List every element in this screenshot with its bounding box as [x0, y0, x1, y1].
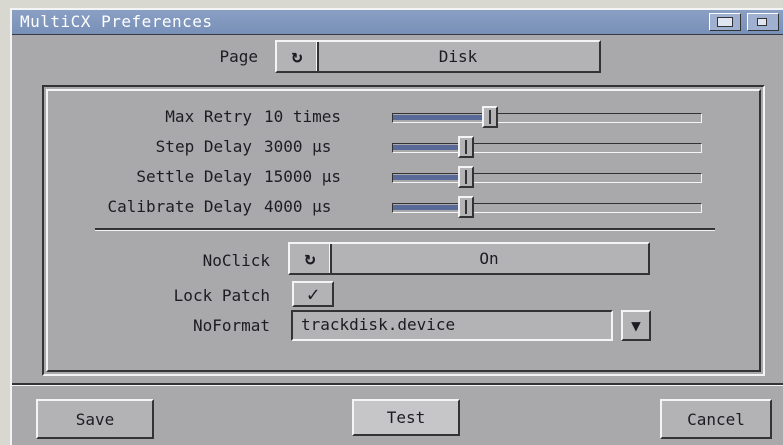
page-value: Disk [438, 47, 478, 66]
preferences-window: MultiCX Preferences Page ↻ Disk Max Retr… [10, 8, 783, 445]
test-button-label: Test [386, 408, 426, 427]
cancel-button[interactable]: Cancel [660, 399, 772, 439]
slider-fill [393, 145, 458, 150]
noclick-cycle-button[interactable]: ↻ On [288, 242, 650, 275]
slider-knob[interactable] [457, 166, 474, 188]
page-cycle-button[interactable]: ↻ Disk [275, 40, 601, 73]
slider-knob[interactable] [457, 196, 474, 218]
slider-knob[interactable] [482, 106, 499, 128]
slider-fill [393, 175, 458, 180]
noclick-label: NoClick [202, 251, 270, 270]
slider-track[interactable] [392, 136, 702, 158]
noformat-label: NoFormat [192, 316, 270, 335]
slider-value: 3000 µs [264, 137, 332, 156]
slider-track[interactable] [392, 166, 702, 188]
divider [95, 228, 715, 231]
depth-gadget-icon[interactable] [709, 13, 741, 31]
zoom-gadget-icon[interactable] [747, 13, 779, 31]
cycle-icon: ↻ [290, 244, 332, 273]
slider-label: Settle Delay [136, 167, 252, 186]
dropdown-button[interactable]: ▼ [621, 310, 651, 341]
page-label: Page [219, 47, 258, 66]
slider-label: Calibrate Delay [107, 197, 253, 216]
slider-fill [393, 115, 483, 120]
save-button[interactable]: Save [36, 399, 154, 439]
lock-patch-checkbox[interactable]: ✓ [292, 281, 334, 307]
slider-value: 4000 µs [264, 197, 332, 216]
noformat-value: trackdisk.device [301, 315, 456, 334]
slider-label: Step Delay [155, 137, 252, 156]
slider-track[interactable] [392, 196, 702, 218]
test-button[interactable]: Test [352, 399, 460, 436]
dropdown-arrow-icon: ▼ [631, 316, 641, 335]
title-bar[interactable]: MultiCX Preferences [12, 10, 783, 35]
window-title: MultiCX Preferences [20, 12, 213, 31]
slider-label: Max Retry [165, 107, 252, 126]
cancel-button-label: Cancel [687, 409, 745, 429]
slider-knob[interactable] [457, 136, 474, 158]
save-button-label: Save [75, 409, 115, 429]
noformat-field[interactable]: trackdisk.device [291, 310, 613, 341]
slider-value: 15000 µs [264, 167, 342, 186]
slider-track[interactable] [392, 106, 702, 128]
checkmark-icon: ✓ [306, 282, 320, 306]
noclick-value: On [479, 249, 499, 268]
slider-value: 10 times [264, 107, 342, 126]
cycle-icon: ↻ [277, 42, 319, 71]
slider-fill [393, 205, 458, 210]
bottom-divider [12, 383, 783, 386]
lock-patch-label: Lock Patch [173, 286, 270, 305]
